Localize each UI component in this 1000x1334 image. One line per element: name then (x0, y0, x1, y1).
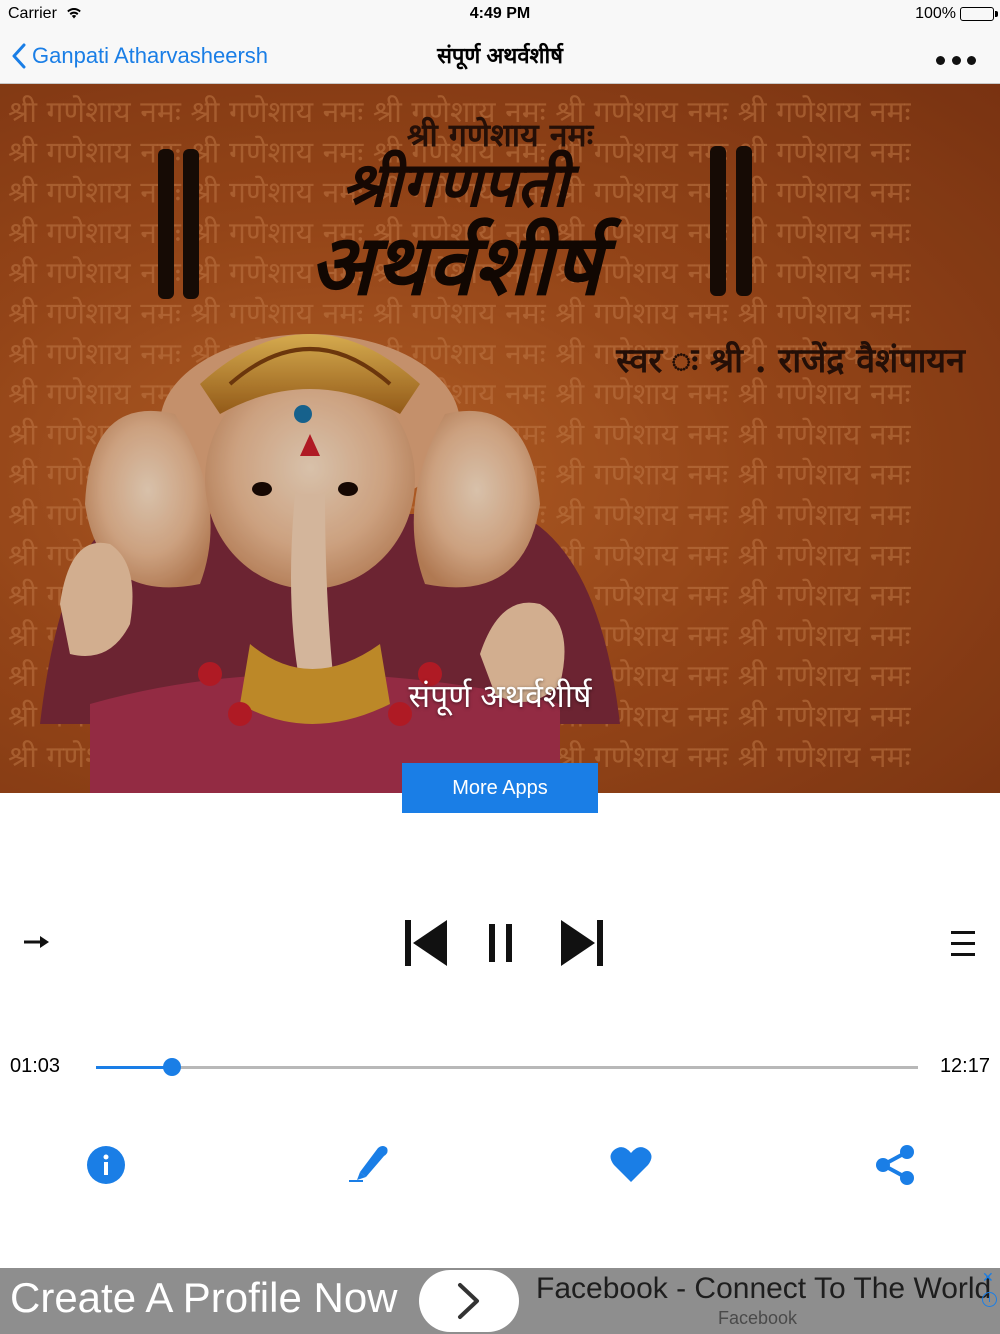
repeat-arrow-icon[interactable] (22, 930, 52, 954)
track-caption: संपूर्ण अथर्वशीर्ष (408, 678, 592, 714)
more-apps-button[interactable]: More Apps (402, 763, 598, 813)
total-duration: 12:17 (939, 1055, 990, 1077)
navigation-bar: Ganpati Atharvasheersh संपूर्ण अथर्वशीर्… (0, 28, 1000, 84)
battery-percent: 100% (915, 5, 956, 22)
ad-headline: Create A Profile Now (10, 1274, 398, 1321)
chevron-right-icon (458, 1283, 479, 1319)
ad-open-button[interactable] (419, 1270, 519, 1332)
battery-icon (960, 7, 998, 21)
album-artwork: श्री गणेशाय नमः श्री गणेशाय नमः श्री गणे… (0, 84, 1000, 793)
share-icon[interactable] (874, 1144, 916, 1186)
next-track-icon[interactable] (560, 918, 604, 968)
progress-slider-thumb[interactable] (163, 1058, 181, 1076)
ad-close-icon[interactable]: ✕ (982, 1270, 996, 1284)
ad-info-icon[interactable]: i (982, 1292, 997, 1307)
back-button[interactable]: Ganpati Atharvasheersh (12, 38, 268, 74)
app-root: Carrier 4:49 PM 100% Ganpati Atharvashee… (0, 0, 1000, 1334)
favorite-heart-icon[interactable] (610, 1145, 652, 1183)
info-icon[interactable] (86, 1145, 126, 1185)
ad-title: Facebook - Connect To The World (536, 1272, 992, 1305)
ellipsis-icon[interactable] (936, 50, 976, 70)
edit-pencil-icon[interactable] (348, 1142, 388, 1184)
ad-banner[interactable]: Create A Profile Now Facebook - Connect … (0, 1268, 1000, 1334)
ad-advertiser: Facebook (718, 1308, 798, 1328)
pause-icon[interactable] (487, 924, 515, 962)
clock: 4:49 PM (469, 5, 531, 22)
status-bar: Carrier 4:49 PM 100% (0, 0, 1000, 28)
chevron-left-icon (12, 43, 26, 69)
elapsed-time: 01:03 (10, 1055, 61, 1077)
progress-track[interactable] (96, 1066, 918, 1069)
progress-fill (96, 1066, 172, 1069)
playlist-menu-icon[interactable] (950, 930, 976, 958)
previous-track-icon[interactable] (404, 918, 448, 968)
back-button-label: Ganpati Atharvasheersh (32, 43, 269, 68)
